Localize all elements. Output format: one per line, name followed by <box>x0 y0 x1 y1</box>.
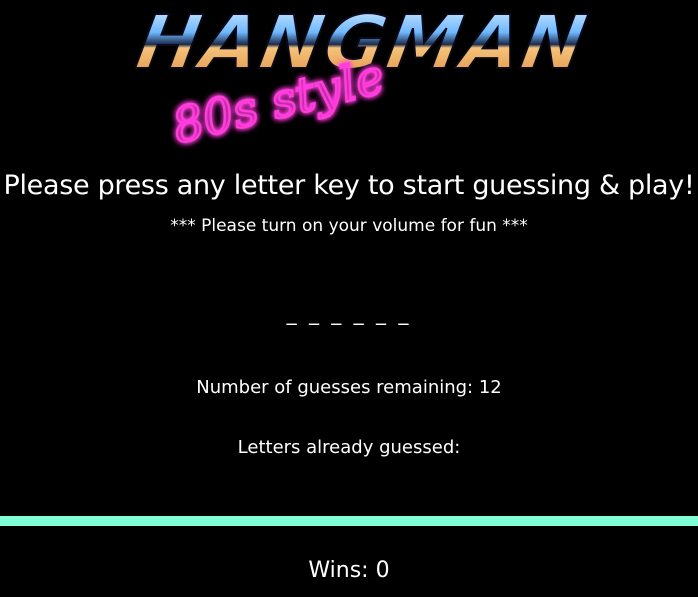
letters-guessed: Letters already guessed: <box>0 435 698 461</box>
divider-bar <box>0 516 698 526</box>
wins-counter: Wins: 0 <box>0 556 698 586</box>
hangman-logo: HANGMAN 80s style <box>118 0 598 150</box>
volume-note: *** Please turn on your volume for fun *… <box>170 216 528 236</box>
word-blanks: _ _ _ _ _ _ <box>286 301 412 325</box>
logo-graphic: HANGMAN 80s style <box>130 0 596 150</box>
guesses-remaining-value: 12 <box>478 377 502 398</box>
instructions-text: Please press any letter key to start gue… <box>3 170 695 201</box>
letters-guessed-label: Letters already guessed: <box>237 437 461 458</box>
wins-label: Wins: <box>308 558 369 583</box>
guesses-remaining-label: Number of guesses remaining: <box>196 377 474 398</box>
wins-value: 0 <box>375 558 390 583</box>
guesses-remaining: Number of guesses remaining: 12 <box>0 375 698 401</box>
